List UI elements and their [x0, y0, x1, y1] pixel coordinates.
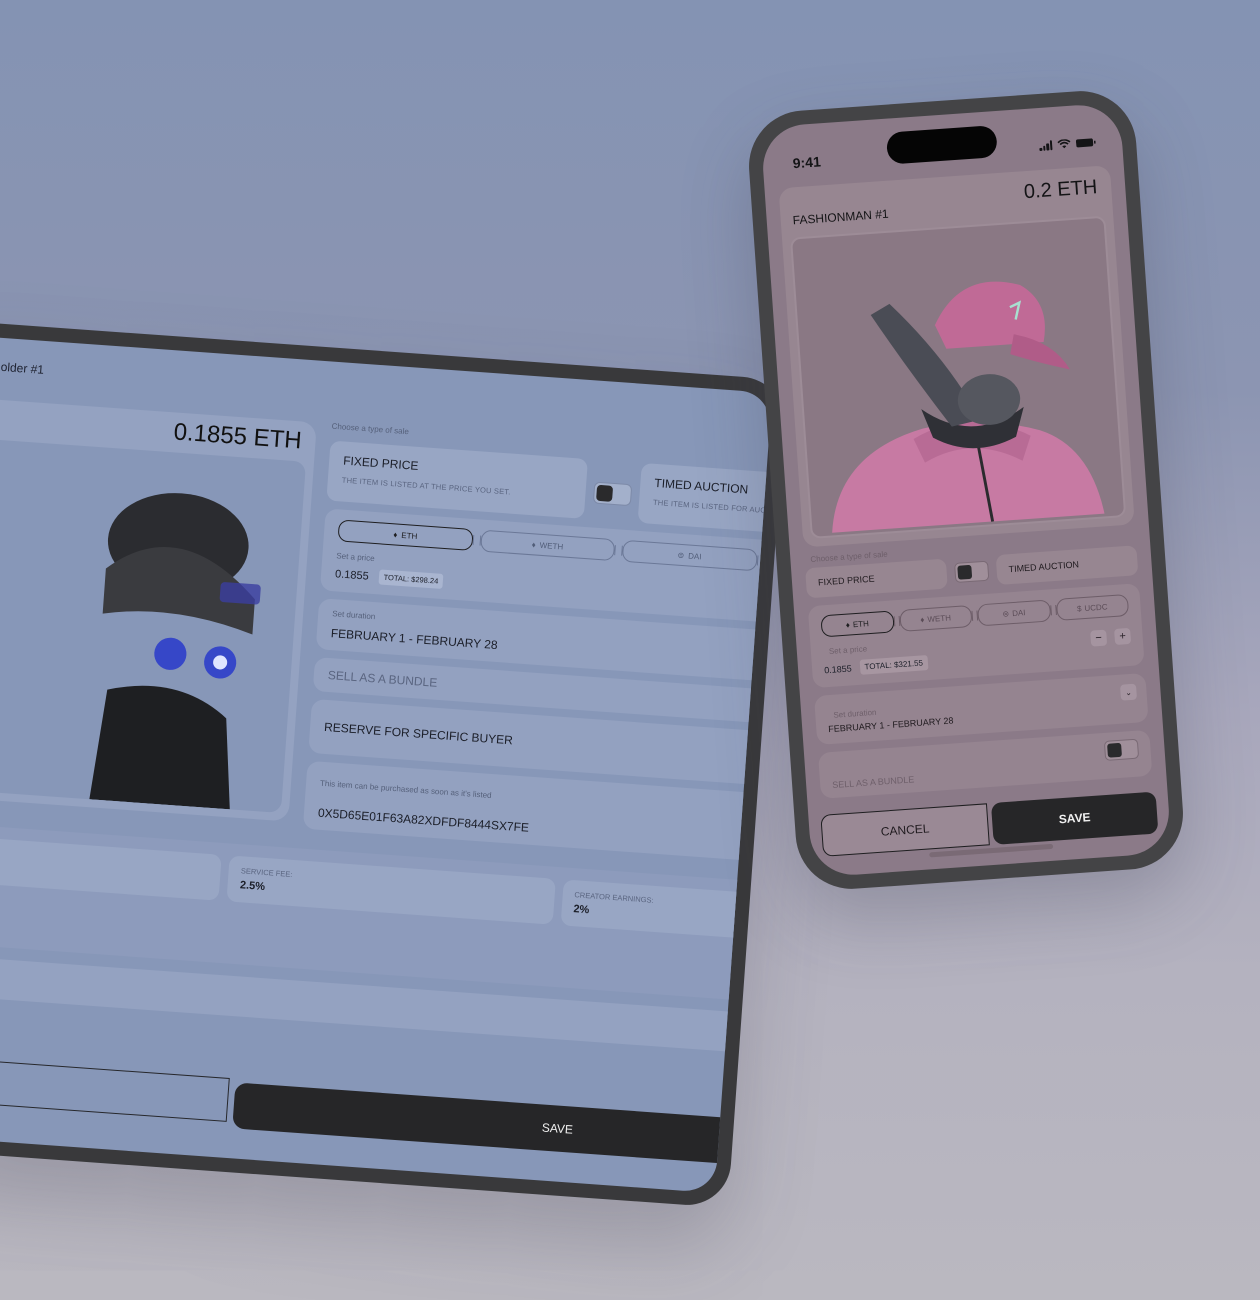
pill-connector	[1049, 605, 1057, 616]
save-button[interactable]: SAVE	[231, 1082, 773, 1175]
listing-form: Choose a type of sale FIXED PRICE THE IT…	[302, 422, 773, 871]
toggle-knob	[596, 484, 614, 502]
currency-label: DAI	[1011, 607, 1026, 618]
action-bar: CANCEL SAVE	[820, 791, 1159, 857]
purchase-note: This item can be purchased as soon as it…	[319, 778, 492, 800]
currency-eth[interactable]: ♦ ETH	[820, 610, 895, 638]
listing-form: Choose a type of sale FIXED PRICE TIMED …	[804, 532, 1153, 799]
wifi-icon	[1057, 139, 1071, 149]
currency-dai[interactable]: ⊜ DAI	[977, 599, 1051, 627]
sale-option-fixed-price[interactable]: FIXED PRICE THE ITEM IS LISTED AT THE PR…	[326, 440, 588, 519]
battery-icon	[1075, 138, 1096, 148]
eth-icon: ♦	[392, 529, 398, 540]
currency-ucdc[interactable]: $ UCDC	[763, 549, 773, 582]
nft-title: FASHIONMAN #1	[792, 206, 890, 228]
phone-screen: 9:41 FASHIONMAN #1 0.2 ETH Choose a type…	[760, 102, 1172, 878]
weth-icon: ♦	[531, 539, 537, 550]
currency-label: DAI	[687, 550, 702, 561]
nft-preview-card: FASHIONMAN #1 0.2 ETH	[778, 165, 1135, 548]
price-input[interactable]: 0.1855	[335, 568, 369, 582]
currency-label: ETH	[401, 530, 418, 541]
reserve-label: RESERVE FOR SPECIFIC BUYER	[323, 719, 514, 748]
bundle-label: SELL AS A BUNDLE	[327, 668, 438, 690]
tablet-device: Holder #1 0.1855 ETH Choose a type of sa…	[0, 300, 788, 1208]
nft-image	[0, 435, 307, 813]
eth-icon: ♦	[845, 619, 851, 630]
breadcrumb: Holder #1	[0, 358, 44, 377]
currency-label: WETH	[539, 540, 564, 551]
currency-ucdc[interactable]: $ UCDC	[1055, 593, 1130, 621]
sale-option-fixed-price[interactable]: FIXED PRICE	[805, 558, 948, 599]
signal-icon	[1039, 140, 1053, 152]
currency-weth[interactable]: ♦ WETH	[479, 529, 616, 562]
bundle-label: SELL AS A BUNDLE	[831, 774, 915, 791]
currency-weth[interactable]: ♦ WETH	[898, 604, 973, 632]
currency-label: UCDC	[1084, 601, 1108, 613]
sale-option-subtitle: THE ITEM IS LISTED FOR AUCTION.	[652, 497, 773, 517]
price-stepper: − +	[1090, 627, 1132, 647]
currency-label: ETH	[852, 618, 870, 629]
currency-label: WETH	[927, 612, 952, 624]
status-time: 9:41	[792, 153, 822, 172]
currency-eth[interactable]: ♦ ETH	[337, 519, 474, 551]
pill-connector	[756, 555, 766, 566]
fee-card-creator: CREATOR EARNINGS: 2%	[560, 879, 773, 949]
save-button[interactable]: SAVE	[990, 791, 1159, 845]
cancel-button[interactable]: CANCEL	[0, 1052, 230, 1122]
weth-icon: ♦	[920, 614, 925, 624]
price-input[interactable]: 0.1855	[824, 663, 852, 675]
nft-preview-card: 0.1855 ETH	[0, 394, 317, 822]
status-icons	[1039, 137, 1097, 152]
decrement-button[interactable]: −	[1090, 629, 1108, 647]
nft-image	[789, 215, 1127, 539]
bundle-toggle[interactable]	[1103, 738, 1140, 761]
sale-type-toggle[interactable]	[954, 560, 990, 583]
price-block: ♦ ETH ♦ WETH ⊜ DAI $	[807, 583, 1145, 689]
sale-type-toggle[interactable]	[592, 481, 633, 507]
toggle-knob	[1107, 742, 1122, 758]
pill-connector	[893, 615, 900, 627]
fee-value: 2%	[572, 903, 590, 917]
sale-option-timed-auction[interactable]: TIMED AUCTION THE ITEM IS LISTED FOR AUC…	[637, 462, 773, 542]
total-badge: TOTAL: $321.55	[859, 655, 929, 675]
toggle-knob	[957, 564, 973, 580]
total-badge: TOTAL: $298.24	[378, 569, 444, 589]
nft-character-illustration	[832, 281, 1105, 533]
cancel-button[interactable]: CANCEL	[820, 803, 990, 857]
dai-icon: ⊜	[677, 550, 685, 560]
dollar-icon: $	[1076, 603, 1082, 614]
breadcrumb-item[interactable]: Holder #1	[0, 359, 44, 377]
pill-connector	[472, 534, 481, 546]
chevron-down-icon[interactable]: ⌄	[1119, 683, 1138, 701]
nft-price: 0.2 ETH	[1023, 176, 1098, 204]
increment-button[interactable]: +	[1114, 627, 1132, 645]
action-bar: CANCEL SAVE	[0, 1052, 773, 1175]
nft-character-illustration	[89, 493, 261, 810]
nft-price: 0.1855 ETH	[172, 418, 303, 455]
currency-dai[interactable]: ⊜ DAI	[621, 539, 758, 572]
phone-device: 9:41 FASHIONMAN #1 0.2 ETH Choose a type…	[745, 87, 1187, 893]
tablet-screen: Holder #1 0.1855 ETH Choose a type of sa…	[0, 314, 773, 1193]
sale-option-timed-auction[interactable]: TIMED AUCTION	[995, 545, 1139, 586]
dai-icon: ⊜	[1002, 608, 1010, 619]
